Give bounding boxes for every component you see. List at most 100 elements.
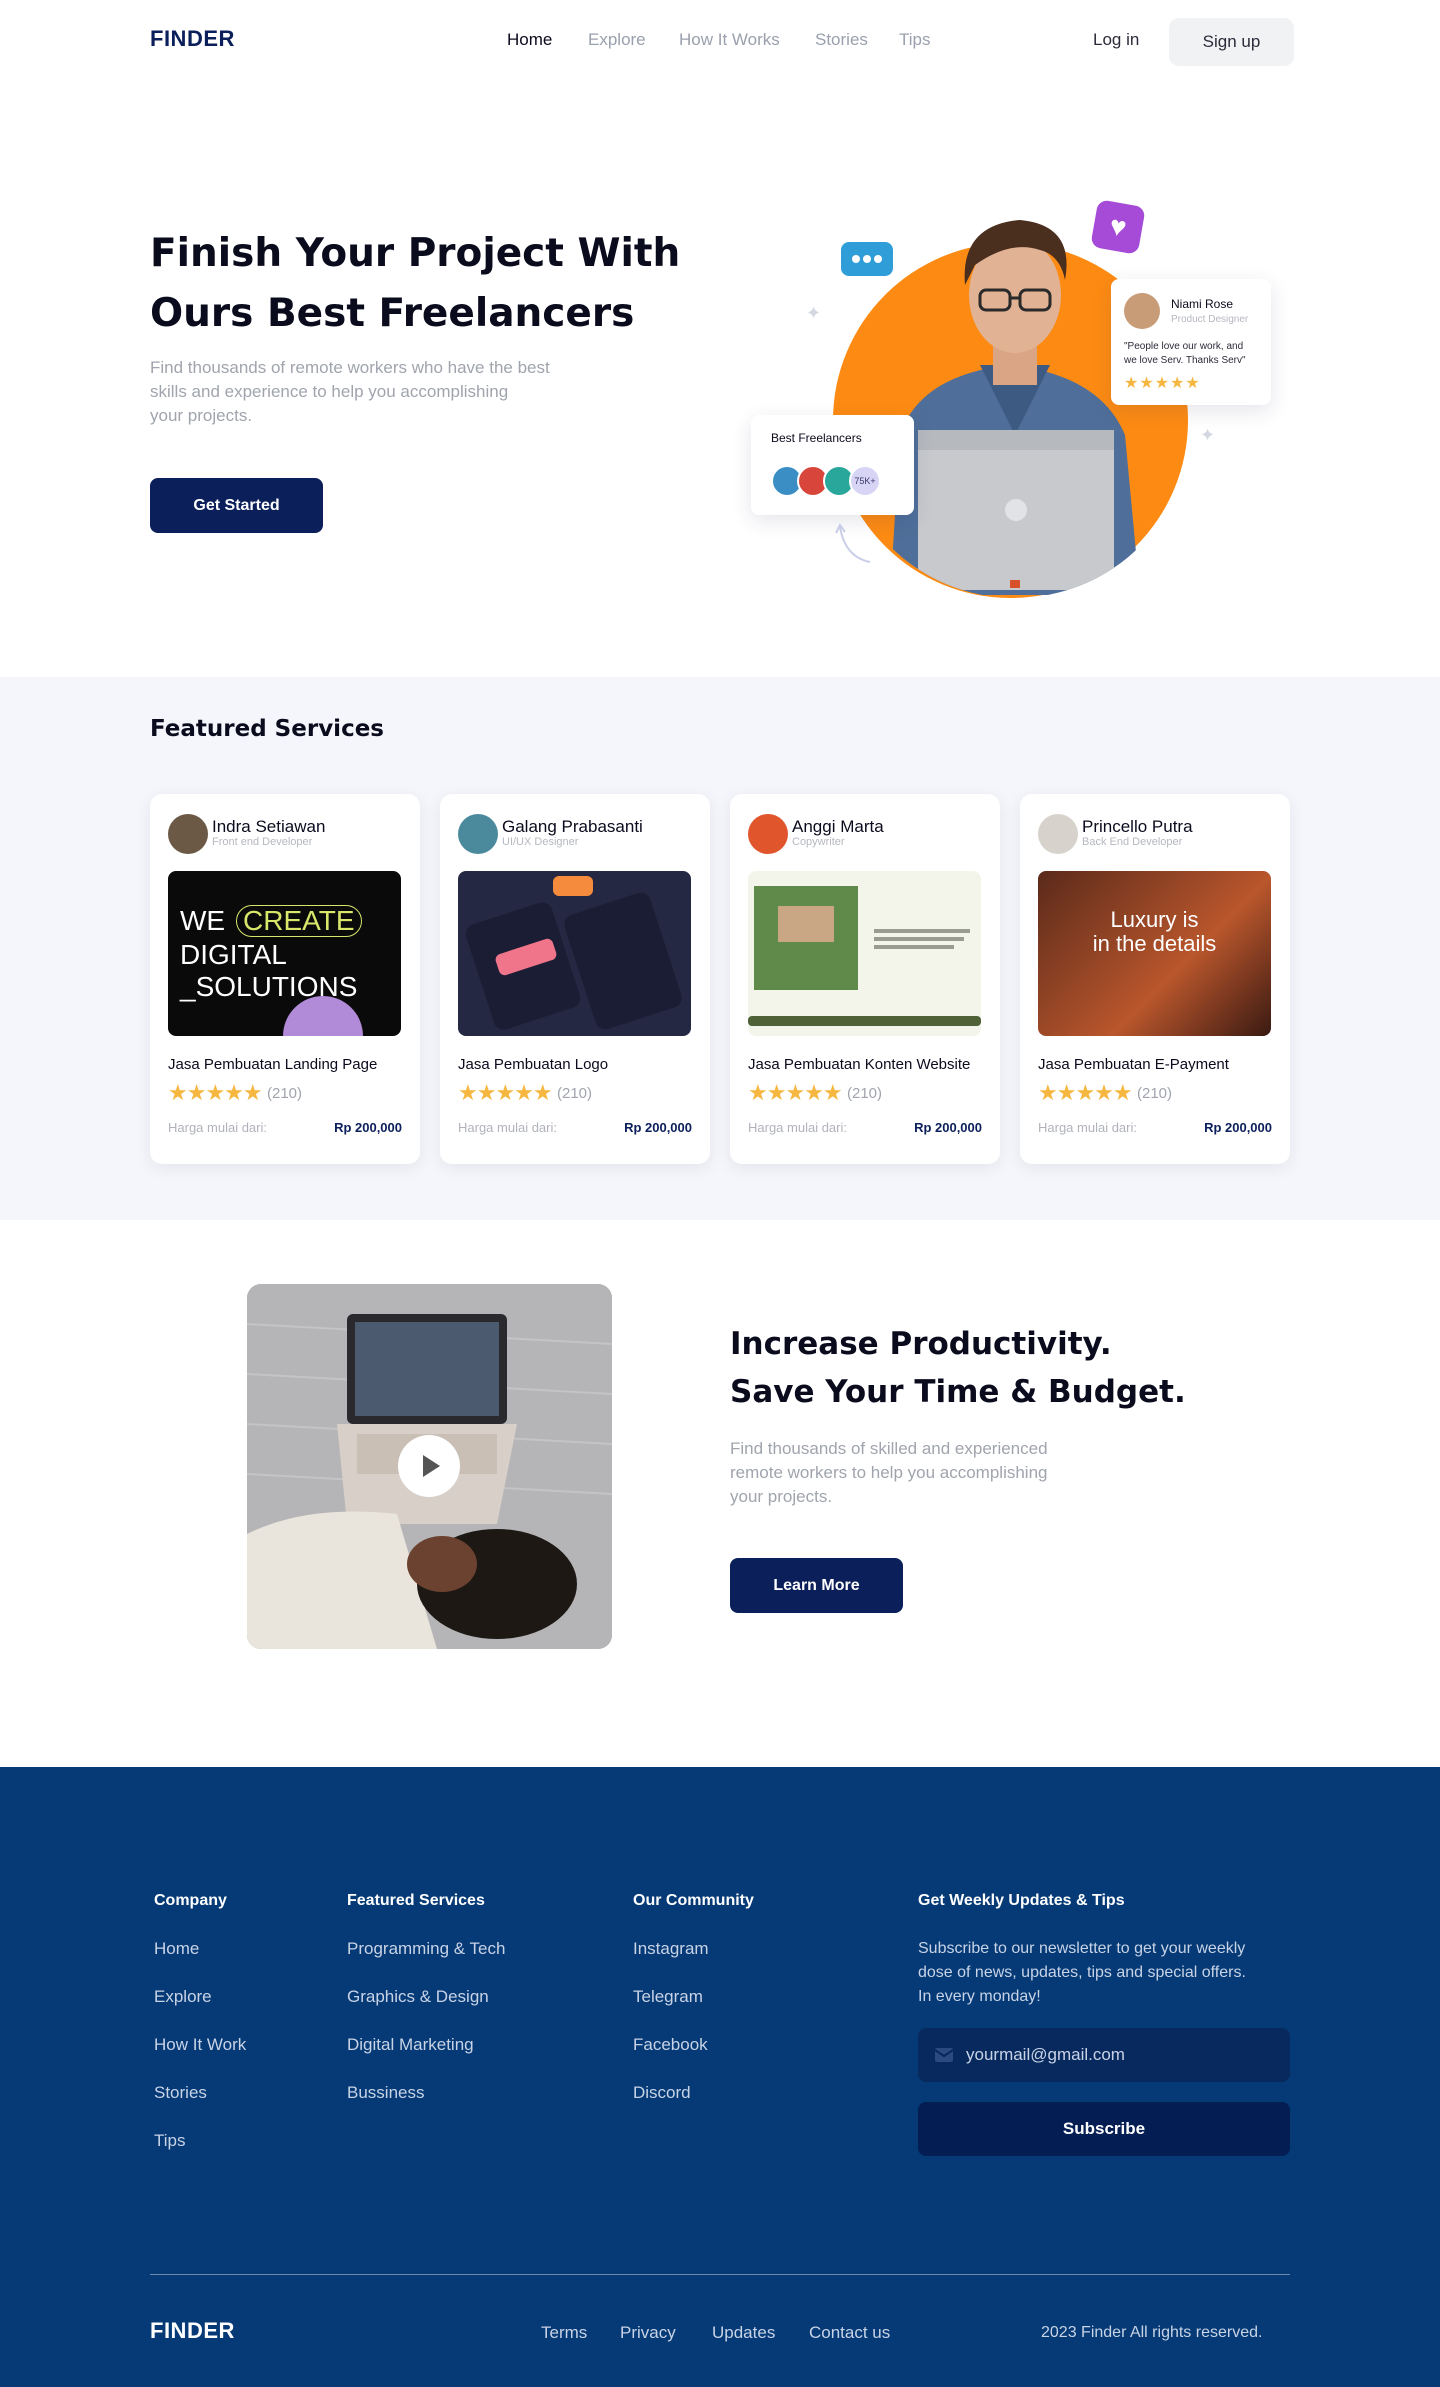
avatar [458, 814, 498, 854]
service-thumbnail [458, 871, 691, 1036]
productivity-subtitle-line-1: Find thousands of skilled and experience… [730, 1439, 1048, 1458]
service-thumbnail: Luxury is in the details [1038, 871, 1271, 1036]
footer-link-marketing[interactable]: Digital Marketing [347, 2035, 474, 2055]
footer-privacy-link[interactable]: Privacy [620, 2323, 676, 2343]
footer-link-home[interactable]: Home [154, 1939, 199, 1959]
freelancer-role: Front end Developer [212, 836, 313, 848]
freelancer-name: Princello Putra [1082, 817, 1193, 836]
rating-stars: ★★★★★ [748, 1080, 843, 1105]
footer-link-how-it-work[interactable]: How It Work [154, 2035, 246, 2055]
login-link[interactable]: Log in [1093, 30, 1139, 50]
rating-count: (210) [1137, 1085, 1173, 1102]
freelancer-role: Copywriter [792, 836, 845, 848]
footer-link-telegram[interactable]: Telegram [633, 1987, 703, 2007]
rating-stars: ★★★★★ [168, 1080, 263, 1105]
service-card[interactable]: Galang Prabasanti UI/UX Designer Jasa Pe… [440, 794, 710, 1164]
freelancer-name: Indra Setiawan [212, 817, 326, 836]
thumb-text: DIGITAL [180, 939, 287, 970]
get-started-button[interactable]: Get Started [150, 478, 323, 533]
footer-link-discord[interactable]: Discord [633, 2083, 691, 2103]
footer-contact-link[interactable]: Contact us [809, 2323, 890, 2343]
price-label: Harga mulai dari: [458, 1120, 557, 1135]
footer-services-heading: Featured Services [347, 1892, 485, 1909]
hero-subtitle-line-3: your projects. [150, 406, 253, 425]
featured-title: Featured Services [150, 716, 384, 742]
service-card[interactable]: Anggi Marta Copywriter Jasa Pembuatan Ko… [730, 794, 1000, 1164]
learn-more-button[interactable]: Learn More [730, 1558, 903, 1613]
footer-link-instagram[interactable]: Instagram [633, 1939, 709, 1959]
testimonial-name: Niami Rose [1171, 297, 1234, 311]
freelancer-role: UI/UX Designer [502, 836, 579, 848]
play-button[interactable] [398, 1435, 460, 1497]
footer-link-business[interactable]: Bussiness [347, 2083, 424, 2103]
newsletter-heading: Get Weekly Updates & Tips [918, 1892, 1125, 1909]
signup-button[interactable]: Sign up [1169, 18, 1294, 66]
testimonial-quote-line-1: "People love our work, and [1124, 341, 1244, 352]
hero-title-line-1: Finish Your Project With [150, 231, 681, 276]
email-value: yourmail@gmail.com [966, 2045, 1125, 2064]
subscribe-button[interactable]: Subscribe [918, 2102, 1290, 2156]
testimonial-quote-line-2: we love Serv. Thanks Serv" [1124, 355, 1246, 366]
hero-title-line-2: Ours Best Freelancers [150, 291, 635, 336]
best-freelancers-label: Best Freelancers [771, 431, 862, 445]
footer-link-stories[interactable]: Stories [154, 2083, 207, 2103]
nav-stories[interactable]: Stories [815, 30, 868, 50]
best-freelancers-card: Best Freelancers 75K+ [751, 415, 914, 515]
avatar [748, 814, 788, 854]
footer-logo[interactable]: FINDER [150, 2318, 235, 2344]
productivity-title-line-1: Increase Productivity. [730, 1326, 1112, 1362]
hero-illustration: ♥ Niami Rose Product Designer "People lo… [740, 195, 1280, 598]
curve-arrow-icon [835, 523, 871, 563]
hero-subtitle-line-1: Find thousands of remote workers who hav… [150, 358, 550, 377]
avatar [1038, 814, 1078, 854]
footer-link-tips[interactable]: Tips [154, 2131, 186, 2151]
thumb-text: in the details [1092, 931, 1217, 956]
thumb-text: CREATE [236, 905, 362, 937]
service-title: Jasa Pembuatan E-Payment [1038, 1056, 1229, 1073]
price: Rp 200,000 [914, 1120, 982, 1135]
footer-terms-link[interactable]: Terms [541, 2323, 587, 2343]
service-title: Jasa Pembuatan Logo [458, 1056, 609, 1073]
footer-link-programming[interactable]: Programming & Tech [347, 1939, 505, 1959]
avatar [1124, 293, 1160, 329]
video-thumbnail[interactable] [247, 1284, 612, 1649]
service-card[interactable]: Indra Setiawan Front end Developer WE CR… [150, 794, 420, 1164]
freelancer-count-badge: 75K+ [849, 465, 881, 497]
footer-updates-link[interactable]: Updates [712, 2323, 775, 2343]
productivity-subtitle-line-2: remote workers to help you accomplishing [730, 1463, 1048, 1482]
rating-count: (210) [847, 1085, 883, 1102]
rating-count: (210) [267, 1085, 303, 1102]
footer-link-explore[interactable]: Explore [154, 1987, 212, 2007]
nav-how-it-works[interactable]: How It Works [679, 30, 780, 50]
heart-icon: ♥ [1090, 199, 1146, 255]
sparkle-icon: ✦ [1200, 425, 1216, 445]
service-thumbnail: WE CREATE DIGITAL _SOLUTIONS [168, 871, 401, 1036]
price: Rp 200,000 [624, 1120, 692, 1135]
nav-home[interactable]: Home [507, 30, 552, 50]
nav-explore[interactable]: Explore [588, 30, 646, 50]
chat-bubble-icon [841, 242, 893, 276]
price-label: Harga mulai dari: [168, 1120, 267, 1135]
testimonial-stars: ★★★★★ [1124, 375, 1201, 392]
sparkle-icon: ✦ [806, 303, 822, 323]
copyright: 2023 Finder All rights reserved. [1041, 2324, 1263, 2341]
newsletter-text-line-1: Subscribe to our newsletter to get your … [918, 1940, 1246, 1957]
rating-stars: ★★★★★ [458, 1080, 553, 1105]
freelancer-role: Back End Developer [1082, 836, 1183, 848]
footer-company-heading: Company [154, 1892, 227, 1909]
testimonial-card: Niami Rose Product Designer "People love… [1111, 279, 1271, 405]
logo[interactable]: FINDER [150, 26, 235, 52]
service-card[interactable]: Princello Putra Back End Developer Luxur… [1020, 794, 1290, 1164]
service-title: Jasa Pembuatan Landing Page [168, 1056, 378, 1073]
thumb-text: _SOLUTIONS [180, 971, 358, 1002]
newsletter-text-line-3: In every monday! [918, 1988, 1041, 2005]
footer-link-graphics[interactable]: Graphics & Design [347, 1987, 489, 2007]
nav-tips[interactable]: Tips [899, 30, 931, 50]
footer-community-heading: Our Community [633, 1892, 754, 1909]
footer-link-facebook[interactable]: Facebook [633, 2035, 708, 2055]
avatar [168, 814, 208, 854]
freelancer-name: Anggi Marta [792, 817, 884, 836]
email-field[interactable]: yourmail@gmail.com [918, 2028, 1290, 2082]
productivity-title-line-2: Save Your Time & Budget. [730, 1374, 1186, 1410]
price: Rp 200,000 [1204, 1120, 1272, 1135]
